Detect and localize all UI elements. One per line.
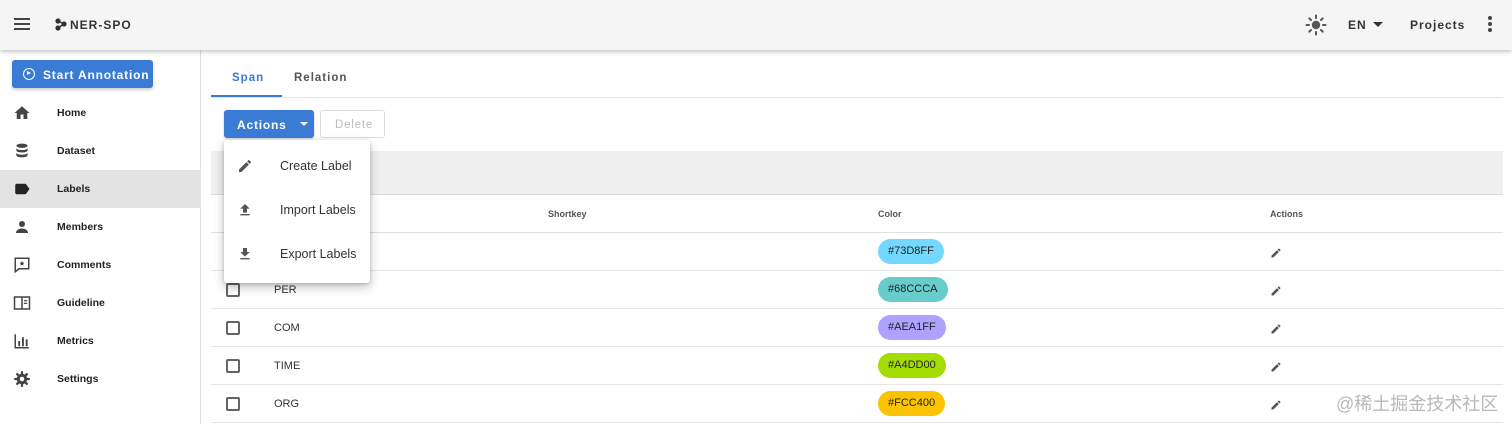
sidebar-item-label: Members	[57, 221, 104, 233]
menu-item-import-labels[interactable]: Import Labels	[224, 188, 370, 232]
table-row: ORG #FCC400	[211, 385, 1503, 423]
pencil-icon	[239, 160, 251, 172]
sidebar: Start Annotation Home Dataset Labels Mem…	[0, 50, 201, 424]
table-row: COM #AEA1FF	[211, 309, 1503, 347]
sidebar-item-label: Dataset	[57, 145, 95, 157]
app-title[interactable]: NER-SPO	[70, 18, 132, 32]
menu-item-create-label[interactable]: Create Label	[224, 144, 370, 188]
person-icon	[16, 221, 28, 233]
logo-icon	[55, 18, 67, 31]
play-circle-icon	[23, 68, 35, 80]
upload-icon	[240, 204, 250, 216]
book-icon	[13, 296, 31, 310]
database-icon	[16, 143, 28, 158]
start-annotation-button[interactable]: Start Annotation	[12, 60, 153, 88]
more-vert-icon[interactable]	[1486, 16, 1494, 34]
menu-item-label: Export Labels	[280, 247, 357, 261]
sidebar-item-settings[interactable]: Settings	[0, 360, 201, 398]
menu-item-label: Create Label	[280, 159, 352, 173]
pencil-icon[interactable]	[1270, 247, 1282, 259]
color-chip: #68CCCA	[878, 277, 948, 302]
pencil-icon[interactable]	[1270, 285, 1282, 297]
tab-span[interactable]: Span	[232, 72, 264, 84]
row-checkbox[interactable]	[226, 359, 240, 373]
sidebar-item-guideline[interactable]: Guideline	[0, 284, 201, 322]
tabs: Span Relation	[211, 60, 1503, 98]
color-chip: #A4DD00	[878, 353, 946, 378]
table-header: Shortkey Color Actions	[211, 196, 1503, 233]
delete-button[interactable]: Delete	[320, 110, 385, 138]
menu-icon[interactable]	[12, 13, 34, 37]
caret-down-icon	[1372, 22, 1383, 27]
label-name: COM	[274, 322, 300, 334]
table-toolbar	[211, 151, 1503, 195]
main-content: Span Relation Actions Delete Shortkey Co…	[211, 60, 1503, 424]
language-label: EN	[1348, 18, 1367, 32]
watermark: @稀土掘金技术社区	[1336, 394, 1499, 414]
sidebar-item-metrics[interactable]: Metrics	[0, 322, 201, 360]
sidebar-item-label: Home	[57, 107, 87, 119]
menu-item-export-labels[interactable]: Export Labels	[224, 232, 370, 276]
color-chip: #AEA1FF	[878, 315, 946, 340]
language-selector[interactable]: EN	[1348, 18, 1383, 32]
sidebar-item-label: Guideline	[57, 297, 105, 309]
chart-icon	[14, 334, 29, 349]
tab-indicator	[211, 95, 282, 97]
sidebar-item-label: Settings	[57, 373, 99, 385]
color-chip: #73D8FF	[878, 239, 944, 264]
home-icon	[14, 106, 30, 119]
label-name: TIME	[274, 360, 301, 372]
pencil-icon[interactable]	[1270, 323, 1282, 335]
delete-label: Delete	[335, 119, 374, 131]
actions-label: Actions	[237, 118, 287, 132]
table-row: TIME #A4DD00	[211, 347, 1503, 385]
table-row: #73D8FF	[211, 233, 1503, 271]
header-actions: Actions	[1270, 209, 1304, 219]
color-chip: #FCC400	[878, 391, 946, 416]
gear-icon	[14, 371, 30, 387]
menu-item-label: Import Labels	[280, 203, 356, 217]
sidebar-item-comments[interactable]: Comments	[0, 246, 201, 284]
caret-down-icon	[300, 122, 308, 126]
row-checkbox[interactable]	[226, 321, 240, 335]
download-icon	[240, 248, 250, 260]
row-checkbox[interactable]	[226, 283, 240, 297]
pencil-icon[interactable]	[1270, 399, 1282, 411]
sidebar-item-label: Comments	[57, 259, 112, 271]
sidebar-item-home[interactable]: Home	[0, 94, 201, 132]
projects-button[interactable]: Projects	[1410, 18, 1465, 32]
header-color[interactable]: Color	[878, 209, 902, 219]
theme-icon[interactable]	[1304, 13, 1328, 37]
tab-relation[interactable]: Relation	[294, 72, 347, 84]
sidebar-item-labels[interactable]: Labels	[0, 170, 201, 208]
start-annotation-label: Start Annotation	[43, 68, 150, 82]
label-name: PER	[274, 284, 297, 296]
sidebar-item-dataset[interactable]: Dataset	[0, 132, 201, 170]
row-checkbox[interactable]	[226, 397, 240, 411]
actions-button[interactable]: Actions	[224, 110, 314, 138]
actions-menu: Create Label Import Labels Export Labels	[224, 140, 370, 283]
label-icon	[15, 183, 30, 195]
app-bar: NER-SPO EN Projects	[0, 0, 1512, 50]
table-row: PER #68CCCA	[211, 271, 1503, 309]
sidebar-item-label: Labels	[57, 183, 91, 195]
sidebar-item-members[interactable]: Members	[0, 208, 201, 246]
pencil-icon[interactable]	[1270, 361, 1282, 373]
header-shortkey[interactable]: Shortkey	[548, 209, 587, 219]
comment-icon	[14, 257, 30, 274]
sidebar-item-label: Metrics	[57, 335, 94, 347]
label-name: ORG	[274, 398, 300, 410]
